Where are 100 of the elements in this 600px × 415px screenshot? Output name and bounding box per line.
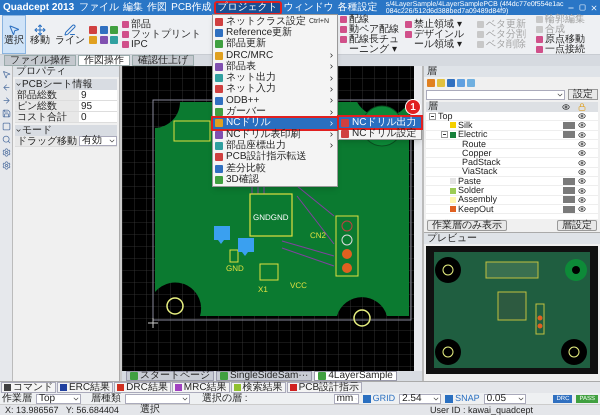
settings-icon[interactable]	[2, 148, 10, 157]
menu-item[interactable]: ガーバー	[213, 106, 337, 118]
document-tab[interactable]: 4LayerSample	[314, 371, 397, 381]
part-label: X1	[258, 285, 268, 294]
result-tab[interactable]: 検索結果	[230, 382, 286, 393]
result-tab[interactable]: PCB設計指示	[286, 382, 362, 393]
eye-icon[interactable]	[578, 112, 586, 120]
menu-item[interactable]: PCB設計指示転送	[213, 152, 337, 163]
close-icon[interactable]	[590, 4, 598, 12]
ribbon-item[interactable]: 動ペア配線	[340, 24, 402, 34]
unit-select[interactable]: mm	[334, 394, 359, 404]
eye-icon[interactable]	[578, 205, 586, 214]
property-select[interactable]: 有効	[79, 136, 117, 146]
eye-icon[interactable]	[578, 158, 586, 167]
panel-button[interactable]: 層設定	[557, 220, 597, 231]
lock-icon	[578, 103, 586, 111]
menu-item[interactable]: ネット入力	[213, 84, 337, 96]
menu-item[interactable]: 部品更新	[213, 38, 337, 50]
menu-item[interactable]: 部品座標出力	[213, 140, 337, 152]
menu-item[interactable]: ファイル	[77, 0, 122, 14]
menu-item[interactable]: 部品表	[213, 61, 337, 72]
ribbon-item[interactable]: デザインルール領域 ▾	[405, 30, 473, 50]
document-tab[interactable]: SingleSideSam···	[216, 371, 312, 381]
eye-icon[interactable]	[578, 177, 586, 186]
ribbon-item[interactable]: フットプリント	[122, 30, 201, 40]
eye-icon[interactable]	[578, 149, 586, 158]
ribbon-tab[interactable]: 確認仕上げ	[132, 55, 194, 66]
panel-title: プロパティ	[13, 66, 119, 77]
square-icon[interactable]	[2, 122, 10, 131]
checkbox[interactable]: GRID	[362, 394, 396, 403]
property-name: コスト合計	[15, 112, 79, 122]
document-icon	[130, 372, 138, 380]
back-icon[interactable]	[2, 83, 10, 92]
menu-item[interactable]: 編集	[121, 0, 146, 14]
expand-toggle[interactable]	[429, 112, 436, 120]
result-tab[interactable]: MRC結果	[172, 382, 230, 393]
color-box	[563, 131, 575, 138]
ribbon-button[interactable]: ライン	[54, 15, 86, 54]
result-tab[interactable]: コマンド	[1, 382, 56, 393]
eye-icon[interactable]	[578, 168, 586, 176]
menu-item[interactable]: 作図	[145, 0, 170, 14]
search-icon[interactable]	[2, 135, 10, 144]
ribbon-item[interactable]: 配線	[340, 14, 402, 24]
document-tab[interactable]: スタートページ	[126, 371, 214, 381]
ribbon-item[interactable]: 一点接続	[536, 44, 585, 54]
eye-icon[interactable]	[578, 130, 586, 139]
work-layer-select[interactable]: Top	[36, 394, 81, 404]
caret-icon	[108, 137, 116, 145]
eye-icon[interactable]	[578, 121, 586, 130]
menu-item[interactable]: NCドリル出力	[339, 117, 421, 128]
checkbox[interactable]: SNAP	[445, 394, 480, 403]
mode-status: 選択	[140, 405, 161, 415]
menu-item[interactable]: PCB作成	[169, 0, 214, 14]
marker-icon[interactable]	[214, 226, 230, 244]
grid-select[interactable]: 2.54	[399, 394, 442, 404]
mounting-hole	[353, 309, 371, 327]
ribbon-item[interactable]: IPC	[122, 40, 201, 50]
layer-name: Copper	[462, 148, 492, 158]
user-id: User ID : kawai_quadcept	[430, 405, 534, 415]
save-icon[interactable]	[2, 109, 10, 118]
ribbon-item[interactable]: 配線長チューニング ▾	[340, 34, 402, 54]
menu-item[interactable]: ウィンドウ	[282, 0, 336, 14]
marker-icon[interactable]	[238, 238, 254, 256]
menu-item[interactable]: NCドリル表印刷	[213, 128, 337, 140]
forward-icon[interactable]	[2, 96, 10, 105]
menu-item[interactable]: NCドリル	[213, 118, 337, 129]
ribbon-item[interactable]: 原点移動	[536, 34, 585, 44]
eye-icon[interactable]	[578, 186, 586, 195]
ribbon-button[interactable]: 移動	[29, 15, 51, 54]
menu-item[interactable]: 3D確認	[213, 174, 337, 186]
expand-toggle[interactable]	[441, 131, 448, 138]
pointer-icon[interactable]	[2, 70, 10, 79]
panel-title: 層	[424, 66, 600, 77]
section-header[interactable]: PCBシート情報	[15, 79, 117, 90]
section-header[interactable]: モード	[15, 125, 117, 136]
menu-item[interactable]: 各種設定	[336, 0, 380, 14]
eye-icon[interactable]	[578, 196, 586, 204]
settings-button[interactable]: 設定	[568, 89, 598, 100]
field-label: 選択の層 :	[202, 394, 248, 404]
ribbon-button[interactable]: 選択	[2, 15, 26, 54]
menu-item[interactable]: DRC/MRC	[213, 50, 337, 62]
maximize-icon[interactable]	[579, 4, 586, 11]
result-tab[interactable]: DRC結果	[114, 382, 171, 393]
menu-item[interactable]: ネット出力	[213, 72, 337, 84]
menu-item[interactable]: ODB++	[213, 95, 337, 106]
snap-select[interactable]: 0.05	[484, 394, 526, 404]
panel-button[interactable]: 作業層のみ表示	[427, 220, 507, 231]
menu-item[interactable]: プロジェクト	[214, 0, 282, 14]
ribbon-item[interactable]: 部品	[122, 20, 201, 30]
menu-item[interactable]: Reference更新	[213, 27, 337, 39]
connector-footprint	[336, 216, 358, 276]
menu-item[interactable]: NCドリル設定	[339, 128, 421, 139]
ribbon-tab[interactable]: ファイル操作	[4, 55, 76, 66]
property-value: 0	[79, 112, 117, 122]
ribbon-tab[interactable]: 作図操作	[78, 55, 130, 66]
ribbon-item[interactable]: 禁止領域 ▾	[405, 20, 473, 30]
menu-item[interactable]: 差分比較	[213, 162, 337, 174]
result-tab[interactable]: ERC結果	[57, 382, 114, 393]
settings-icon[interactable]	[2, 161, 10, 170]
eye-icon[interactable]	[578, 140, 586, 148]
